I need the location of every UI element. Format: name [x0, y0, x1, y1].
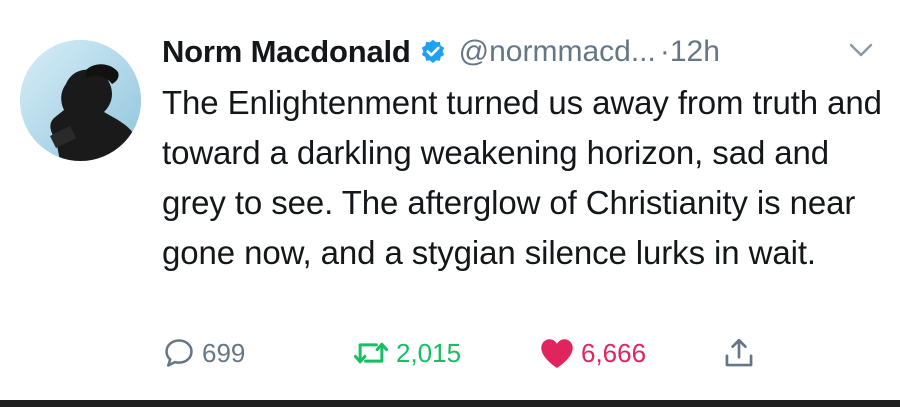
- avatar-image: [20, 40, 141, 161]
- reply-count: 699: [202, 337, 246, 368]
- separator-dot: ·: [659, 35, 670, 68]
- avatar[interactable]: [20, 40, 141, 161]
- tweet-header: Norm Macdonald @normmacd... · 12h: [162, 30, 720, 74]
- chevron-down-icon[interactable]: [848, 42, 874, 58]
- reply-button[interactable]: 699: [162, 333, 245, 373]
- retweet-count: 2,015: [396, 337, 462, 368]
- tweet-text: The Enlightenment turned us away from tr…: [162, 84, 882, 271]
- user-handle[interactable]: @normmacd...: [459, 35, 656, 69]
- like-count: 6,666: [581, 337, 647, 368]
- like-button[interactable]: 6,666: [539, 333, 646, 373]
- share-button[interactable]: [722, 333, 756, 373]
- retweet-icon: [353, 342, 389, 364]
- display-name[interactable]: Norm Macdonald: [162, 34, 411, 70]
- verified-badge-icon: [419, 38, 447, 66]
- tweet-actions: 699 2,015 6,666: [162, 333, 882, 373]
- tweet-card[interactable]: Norm Macdonald @normmacd... · 12h The En…: [0, 0, 900, 400]
- heart-icon: [541, 339, 573, 368]
- reply-icon: [165, 339, 193, 367]
- share-icon: [725, 338, 753, 367]
- bottom-edge-bar: [0, 400, 900, 407]
- retweet-button[interactable]: 2,015: [352, 333, 461, 373]
- timestamp[interactable]: 12h: [670, 35, 720, 69]
